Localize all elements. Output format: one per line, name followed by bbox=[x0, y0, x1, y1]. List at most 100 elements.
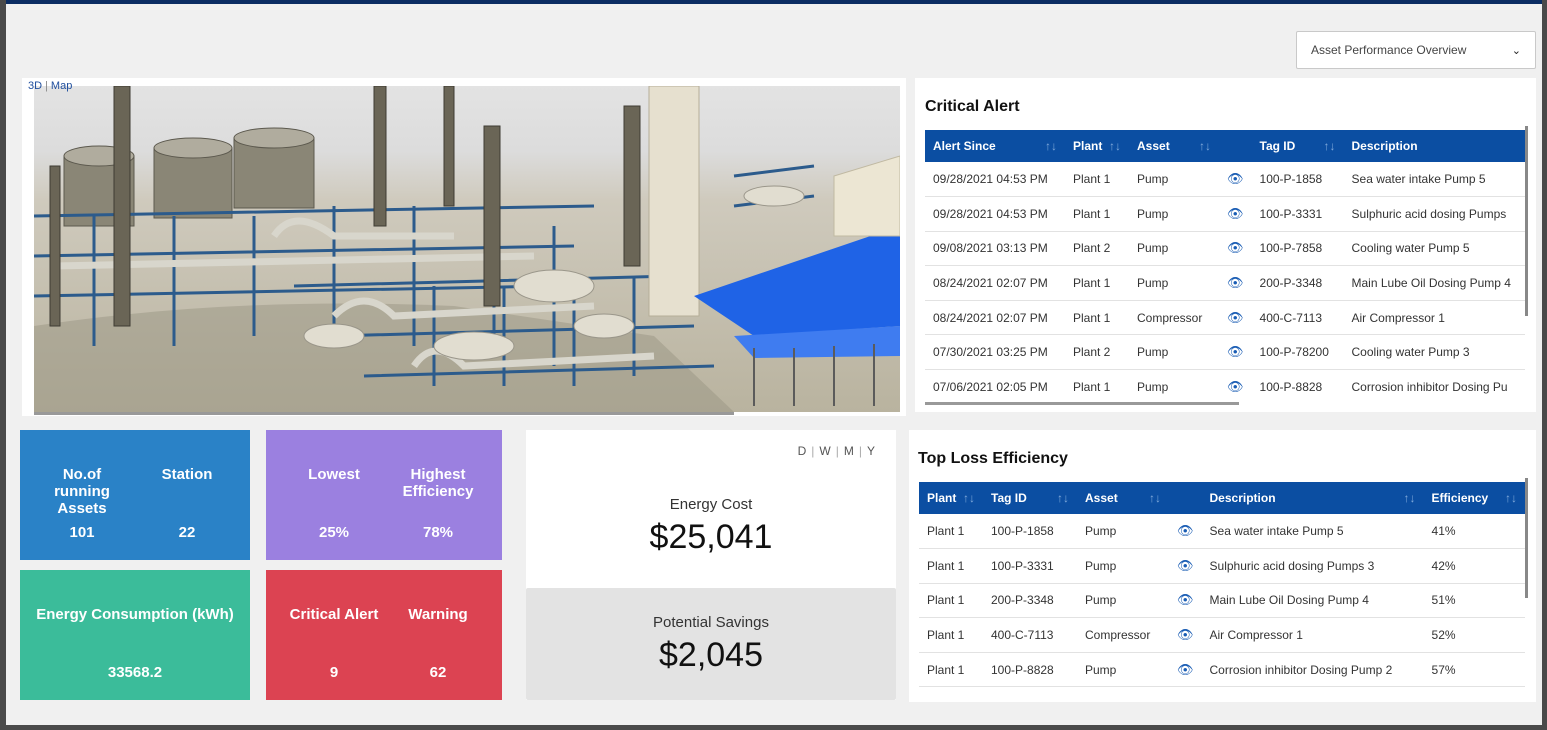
top-loss-efficiency-panel: Top Loss Efficiency Plant ↑↓ Tag ID ↑↓ Ass… bbox=[909, 430, 1536, 702]
eye-icon[interactable]: 👁 bbox=[1219, 231, 1252, 267]
mode-map-link[interactable]: Map bbox=[51, 80, 72, 92]
potential-savings-value: $2,045 bbox=[659, 636, 763, 674]
view-select-value: Asset Performance Overview bbox=[1311, 43, 1467, 57]
plant-3d-viewport[interactable] bbox=[34, 86, 900, 412]
cell-plant: Plant 1 bbox=[1065, 265, 1129, 301]
col-alert-since[interactable]: Alert Since ↑↓ bbox=[925, 130, 1065, 162]
top-loss-vertical-scrollbar[interactable] bbox=[1525, 478, 1528, 598]
top-loss-table: Plant ↑↓ Tag ID ↑↓ Asset ↑↓ Description ↑↓ E… bbox=[919, 482, 1525, 688]
cell-description: Air Compressor 1 bbox=[1201, 617, 1424, 653]
sort-arrows-icon[interactable]: ↑↓ bbox=[1324, 139, 1336, 153]
cell-plant: Plant 1 bbox=[919, 652, 983, 688]
cell-tag-id: 100-P-8828 bbox=[983, 652, 1077, 688]
sort-arrows-icon[interactable]: ↑↓ bbox=[1404, 491, 1416, 505]
cell-plant: Plant 1 bbox=[919, 583, 983, 619]
cell-asset: Pump bbox=[1129, 162, 1219, 198]
table-row[interactable]: Plant 1 100-P-1858 Pump 👁 Sea water inta… bbox=[919, 514, 1525, 550]
col-description[interactable]: Description bbox=[1343, 130, 1525, 162]
cell-plant: Plant 2 bbox=[1065, 334, 1129, 371]
cell-plant: Plant 2 bbox=[1065, 231, 1129, 267]
sort-arrows-icon[interactable]: ↑↓ bbox=[1045, 139, 1057, 153]
col-tag-id[interactable]: Tag ID ↑↓ bbox=[983, 482, 1077, 514]
period-selector: D | W | M | Y bbox=[797, 444, 876, 458]
cell-alert-since: 09/28/2021 04:53 PM bbox=[925, 162, 1065, 198]
cell-tag-id: 100-P-3331 bbox=[1251, 196, 1344, 232]
cell-tag-id: 100-P-7858 bbox=[1251, 231, 1344, 267]
table-row[interactable]: 07/06/2021 02:05 PM Plant 1 Pump 👁 100-P… bbox=[925, 369, 1525, 402]
mode-3d-link[interactable]: 3D bbox=[28, 80, 42, 92]
cell-asset: Compressor bbox=[1129, 300, 1219, 336]
potential-savings-label: Potential Savings bbox=[653, 614, 769, 631]
table-row[interactable]: Plant 1 100-P-8828 Pump 👁 Corrosion inhi… bbox=[919, 652, 1525, 688]
eye-icon[interactable]: 👁 bbox=[1169, 652, 1202, 688]
period-month[interactable]: M bbox=[844, 444, 855, 458]
critical-alert-horizontal-scrollbar[interactable] bbox=[925, 402, 1239, 405]
cell-efficiency: 51% bbox=[1423, 583, 1525, 619]
cell-tag-id: 100-P-78200 bbox=[1251, 334, 1344, 371]
table-row[interactable]: Plant 1 200-P-3348 Pump 👁 Main Lube Oil … bbox=[919, 583, 1525, 619]
eye-icon[interactable]: 👁 bbox=[1169, 548, 1202, 584]
col-tag-id[interactable]: Tag ID ↑↓ bbox=[1251, 130, 1344, 162]
sort-arrows-icon[interactable]: ↑↓ bbox=[1505, 491, 1517, 505]
cell-efficiency: 52% bbox=[1423, 617, 1525, 653]
col-asset[interactable]: Asset ↑↓ bbox=[1129, 130, 1219, 162]
table-row[interactable]: 09/08/2021 03:13 PM Plant 2 Pump 👁 100-P… bbox=[925, 231, 1525, 267]
cell-alert-since: 07/06/2021 02:05 PM bbox=[925, 369, 1065, 402]
cell-description: Sulphuric acid dosing Pumps 3 bbox=[1201, 548, 1424, 584]
cell-alert-since: 09/08/2021 03:13 PM bbox=[925, 231, 1065, 267]
scene-horizontal-scrollbar[interactable] bbox=[34, 412, 734, 415]
sort-arrows-icon[interactable]: ↑↓ bbox=[963, 491, 975, 505]
view-select-dropdown[interactable]: Asset Performance Overview ⌄ bbox=[1296, 31, 1536, 69]
highest-efficiency-value: 78% bbox=[422, 524, 454, 541]
col-view bbox=[1169, 482, 1202, 514]
col-plant[interactable]: Plant ↑↓ bbox=[1065, 130, 1129, 162]
table-row[interactable]: 07/30/2021 03:25 PM Plant 2 Pump 👁 100-P… bbox=[925, 334, 1525, 371]
cell-plant: Plant 1 bbox=[919, 617, 983, 653]
table-header-row: Alert Since ↑↓ Plant ↑↓ Asset ↑↓ Tag ID ↑↓ D… bbox=[925, 130, 1525, 162]
col-plant[interactable]: Plant ↑↓ bbox=[919, 482, 983, 514]
cell-alert-since: 09/28/2021 04:53 PM bbox=[925, 196, 1065, 232]
critical-alert-vertical-scrollbar[interactable] bbox=[1525, 126, 1528, 316]
sort-arrows-icon[interactable]: ↑↓ bbox=[1199, 139, 1211, 153]
table-row[interactable]: 08/24/2021 02:07 PM Plant 1 Pump 👁 200-P… bbox=[925, 265, 1525, 301]
critical-alert-label: Critical Alert bbox=[289, 606, 379, 623]
eye-icon[interactable]: 👁 bbox=[1219, 334, 1252, 371]
cell-description: Sulphuric acid dosing Pumps bbox=[1343, 196, 1525, 232]
critical-alert-table-wrap: Alert Since ↑↓ Plant ↑↓ Asset ↑↓ Tag ID ↑↓ D… bbox=[925, 130, 1525, 402]
eye-icon[interactable]: 👁 bbox=[1169, 583, 1202, 619]
cell-plant: Plant 1 bbox=[919, 548, 983, 584]
eye-icon[interactable]: 👁 bbox=[1219, 369, 1252, 402]
table-row[interactable]: 09/28/2021 04:53 PM Plant 1 Pump 👁 100-P… bbox=[925, 162, 1525, 198]
cell-tag-id: 400-C-7113 bbox=[1251, 300, 1344, 336]
table-row[interactable]: 08/24/2021 02:07 PM Plant 1 Compressor 👁… bbox=[925, 300, 1525, 336]
col-description[interactable]: Description ↑↓ bbox=[1201, 482, 1424, 514]
table-row[interactable]: 09/28/2021 04:53 PM Plant 1 Pump 👁 100-P… bbox=[925, 196, 1525, 232]
energy-consumption-tile: Energy Consumption (kWh) 33568.2 bbox=[20, 570, 250, 700]
eye-icon[interactable]: 👁 bbox=[1169, 514, 1202, 550]
energy-cost-value: $25,041 bbox=[649, 518, 773, 556]
top-loss-efficiency-title: Top Loss Efficiency bbox=[918, 450, 1068, 467]
sort-arrows-icon[interactable]: ↑↓ bbox=[1057, 491, 1069, 505]
eye-icon[interactable]: 👁 bbox=[1219, 162, 1252, 198]
period-day[interactable]: D bbox=[798, 444, 808, 458]
cell-description: Cooling water Pump 5 bbox=[1343, 231, 1525, 267]
period-week[interactable]: W bbox=[819, 444, 831, 458]
cell-asset: Compressor bbox=[1077, 617, 1169, 653]
cell-alert-since: 08/24/2021 02:07 PM bbox=[925, 300, 1065, 336]
warning-value: 62 bbox=[429, 664, 447, 681]
col-efficiency[interactable]: Efficiency ↑↓ bbox=[1423, 482, 1525, 514]
eye-icon[interactable]: 👁 bbox=[1219, 196, 1252, 232]
eye-icon[interactable]: 👁 bbox=[1169, 617, 1202, 653]
sort-arrows-icon[interactable]: ↑↓ bbox=[1109, 139, 1121, 153]
col-asset[interactable]: Asset ↑↓ bbox=[1077, 482, 1169, 514]
warning-label: Warning bbox=[408, 606, 468, 623]
table-row[interactable]: Plant 1 400-C-7113 Compressor 👁 Air Comp… bbox=[919, 617, 1525, 653]
cell-plant: Plant 1 bbox=[919, 514, 983, 550]
col-view bbox=[1219, 130, 1252, 162]
eye-icon[interactable]: 👁 bbox=[1219, 265, 1252, 301]
sort-arrows-icon[interactable]: ↑↓ bbox=[1149, 491, 1161, 505]
eye-icon[interactable]: 👁 bbox=[1219, 300, 1252, 336]
cell-plant: Plant 1 bbox=[1065, 369, 1129, 402]
table-row[interactable]: Plant 1 100-P-3331 Pump 👁 Sulphuric acid… bbox=[919, 548, 1525, 584]
period-year[interactable]: Y bbox=[867, 444, 876, 458]
